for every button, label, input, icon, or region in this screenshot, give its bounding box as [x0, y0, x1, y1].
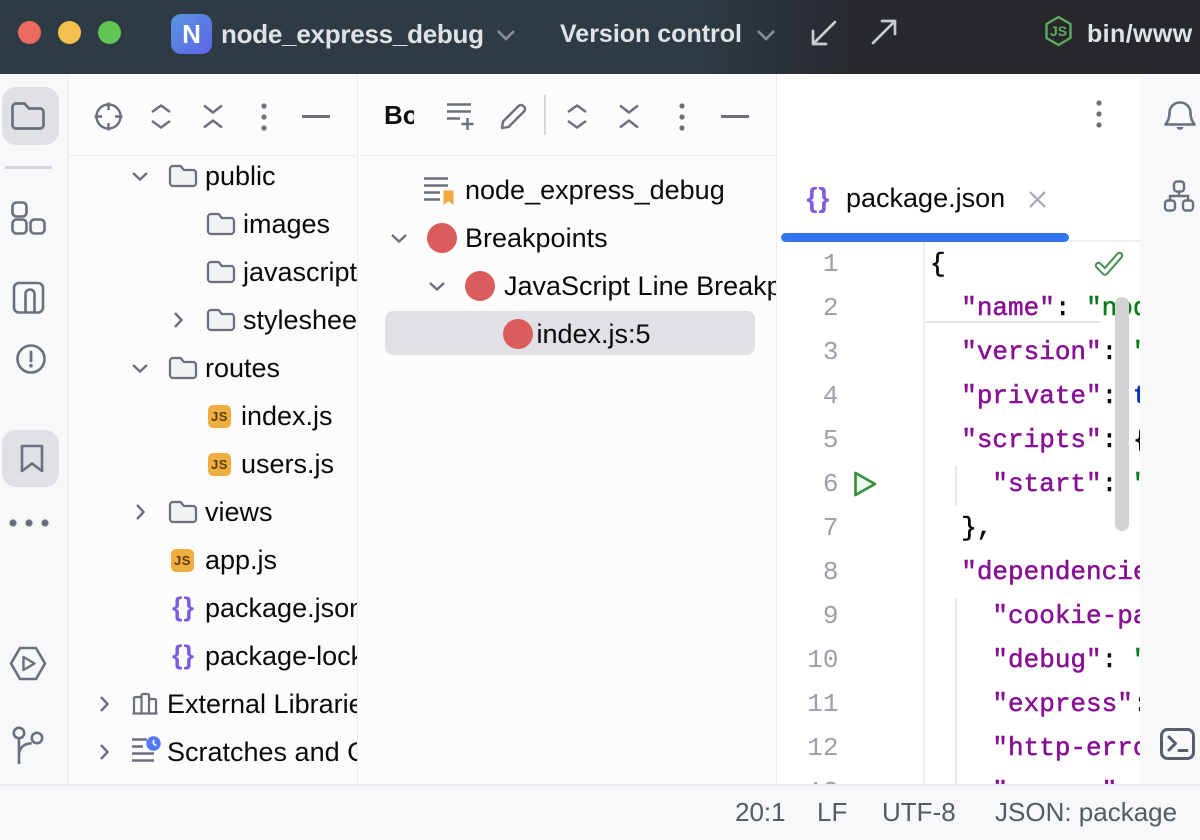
- svg-text:JS: JS: [1050, 23, 1067, 39]
